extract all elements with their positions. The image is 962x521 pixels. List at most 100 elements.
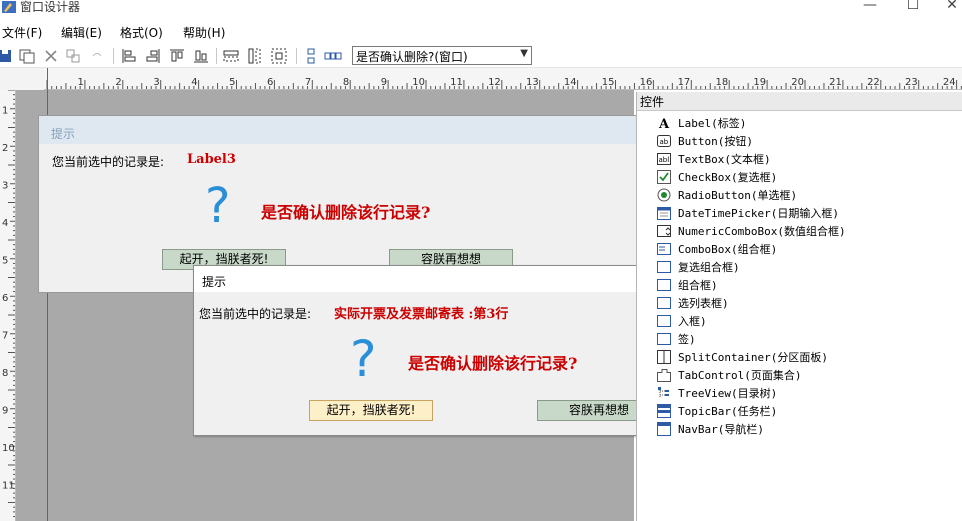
horizontal-ruler-scale: 1 2 3 4 5 6 7 8 9 10 11 12 13 14 15 16 17 18 19 20 21 22 23 24 (46, 77, 962, 89)
same-height-icon[interactable] (246, 47, 264, 65)
ruler-number: 6 (267, 77, 273, 88)
ruler-number: 10 (412, 77, 425, 88)
control-item[interactable]: NumericComboBox(数值组合框) (657, 222, 957, 240)
control-item-label: Button(按钮) (678, 135, 753, 148)
ruler-number: 21 (829, 77, 842, 88)
control-item-label: DateTimePicker(日期输入框) (678, 207, 839, 220)
control-item[interactable]: 入框) (657, 312, 957, 330)
control-item[interactable]: DateTimePicker(日期输入框) (657, 204, 957, 222)
maximize-button[interactable]: ☐ (893, 0, 933, 14)
menu-file[interactable]: 文件(F) (2, 24, 42, 41)
control-item[interactable]: CheckBox(复选框) (657, 168, 957, 186)
ruler-number: 3 (2, 181, 8, 192)
ruler-number: 1 (78, 77, 84, 88)
control-item-label: 选列表框) (678, 297, 729, 310)
align-top-icon[interactable] (168, 47, 186, 65)
control-item[interactable]: ab Button(按钮) (657, 132, 957, 150)
control-item-label: 组合框) (678, 279, 718, 292)
control-item[interactable]: 签) (657, 330, 957, 348)
ruler-number: 5 (229, 77, 235, 88)
control-item[interactable]: TabControl(页面集合) (657, 366, 957, 384)
ruler-number: 1 (2, 106, 8, 117)
horizontal-ruler: 1 2 3 4 5 6 7 8 9 10 11 12 13 14 15 16 17 18 19 20 21 22 23 24 (44, 68, 962, 90)
ruler-number: 22 (867, 77, 880, 88)
control-item[interactable]: 复选组合框) (657, 258, 957, 276)
chevron-down-icon[interactable]: ▼ (520, 48, 528, 59)
ruler-number: 8 (343, 77, 349, 88)
confirm-delete-button[interactable]: 起开，挡朕者死! (309, 400, 433, 421)
record-label: 您当前选中的记录是: (199, 307, 312, 321)
label-icon: A (658, 117, 670, 130)
calendar-icon (657, 207, 671, 220)
control-item-label: 签) (678, 333, 696, 346)
ruler-number: 20 (791, 77, 804, 88)
control-item-label: 入框) (678, 315, 707, 328)
control-item[interactable]: 选列表框) (657, 294, 957, 312)
align-right-icon[interactable] (144, 47, 162, 65)
ruler-number: 12 (488, 77, 501, 88)
record-value[interactable]: Label3 (187, 152, 236, 167)
ruler-number: 11 (2, 481, 15, 492)
control-item[interactable]: RadioButton(单选框) (657, 186, 957, 204)
menu-format[interactable]: 格式(O) (120, 24, 163, 41)
align-bottom-icon[interactable] (192, 47, 210, 65)
multi-combo-icon (657, 261, 671, 273)
ruler-number: 14 (564, 77, 577, 88)
control-item[interactable]: TopicBar(任务栏) (657, 402, 957, 420)
close-button[interactable]: ✕ (932, 0, 962, 14)
ruler-number: 19 (753, 77, 766, 88)
checkbox-icon (657, 170, 671, 184)
svg-text:ab: ab (660, 138, 669, 146)
control-item-label: 复选组合框) (678, 261, 740, 274)
same-size-icon[interactable] (270, 47, 288, 65)
control-item[interactable]: 组合框) (657, 276, 957, 294)
same-width-icon[interactable] (222, 47, 240, 65)
vertical-spacing-icon[interactable] (302, 47, 320, 65)
ruler-number: 13 (526, 77, 539, 88)
delete-icon[interactable] (42, 47, 60, 65)
question-text: 是否确认删除该行记录? (408, 354, 578, 373)
ruler-number: 17 (678, 77, 691, 88)
control-item-label: Label(标签) (678, 117, 747, 130)
control-item[interactable]: TreeView(目录树) (657, 384, 957, 402)
ruler-number: 3 (153, 77, 159, 88)
record-value: 实际开票及发票邮寄表 :第3行 (334, 307, 509, 322)
tag-icon (657, 333, 671, 345)
align-left-icon[interactable] (120, 47, 138, 65)
ruler-number: 4 (2, 218, 8, 229)
record-label[interactable]: 您当前选中的记录是: (52, 153, 164, 170)
undo-icon[interactable] (88, 47, 106, 65)
controls-panel-title: 控件 (640, 95, 665, 109)
minimize-button[interactable]: — (850, 0, 890, 14)
control-item[interactable]: A Label(标签) (657, 114, 957, 132)
toolbar-separator (216, 48, 217, 64)
control-item[interactable]: ComboBox(组合框) (657, 240, 957, 258)
menu-edit[interactable]: 编辑(E) (61, 24, 102, 41)
ruler-number: 9 (2, 406, 8, 417)
control-item[interactable]: abl TextBox(文本框) (657, 150, 957, 168)
design-dialog-titlebar: 提示 (39, 116, 637, 144)
control-item[interactable]: NavBar(导航栏) (657, 420, 957, 438)
save-icon[interactable] (0, 47, 14, 65)
menu-bar: 文件(F) 编辑(E) 格式(O) 帮助(H) (0, 22, 962, 42)
designer-window: 窗口设计器 — ☐ ✕ 文件(F) 编辑(E) 格式(O) 帮助(H) 是否确认… (0, 0, 962, 521)
navbar-icon (657, 422, 671, 436)
tree-icon (658, 387, 669, 398)
ruler-number: 7 (305, 77, 311, 88)
control-item[interactable]: SplitContainer(分区面板) (657, 348, 957, 366)
form-selector-value: 是否确认删除?(窗口) (356, 50, 468, 64)
form-selector-combo[interactable]: 是否确认删除?(窗口) ▼ (352, 46, 532, 65)
topicbar-icon (657, 404, 671, 418)
radio-icon (657, 188, 671, 202)
list-icon (657, 297, 671, 309)
design-dialog-title: 提示 (51, 127, 76, 141)
save-all-icon[interactable] (18, 47, 36, 65)
split-icon (657, 350, 671, 364)
question-text[interactable]: 是否确认删除该行记录? (261, 199, 430, 223)
window-title: 窗口设计器 (20, 0, 81, 14)
svg-text:abl: abl (659, 156, 670, 164)
copy-icon[interactable] (64, 47, 82, 65)
menu-help[interactable]: 帮助(H) (183, 24, 225, 41)
horizontal-spacing-icon[interactable] (324, 47, 342, 65)
ruler-number: 2 (115, 77, 121, 88)
